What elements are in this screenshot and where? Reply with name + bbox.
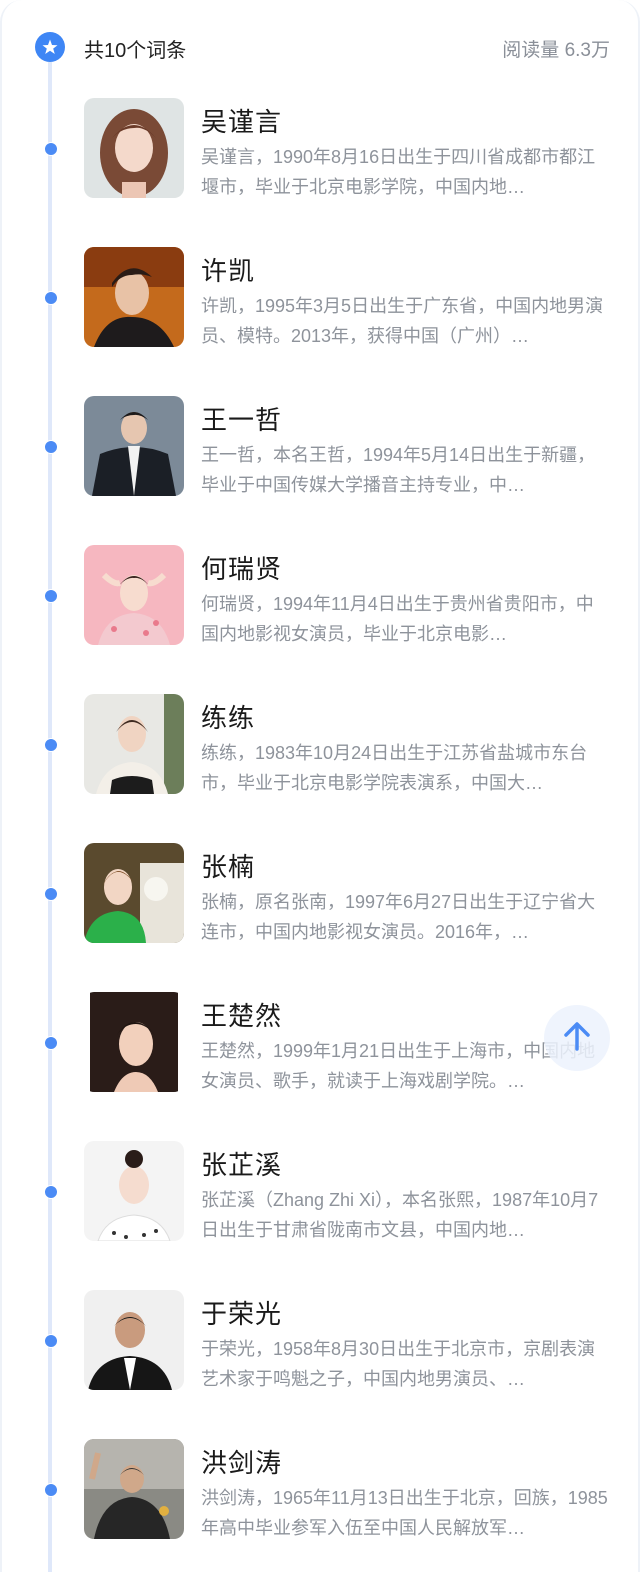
entry-name[interactable]: 洪剑涛 [201,1443,282,1480]
list-item[interactable]: 于荣光 于荣光，1958年8月30日出生于北京市，京剧表演艺术家于鸣魁之子，中国… [0,1290,640,1439]
avatar[interactable] [84,247,184,347]
list-item[interactable]: 王一哲 王一哲，本名王哲，1994年5月14日出生于新疆，毕业于中国传媒大学播音… [0,396,640,545]
timeline-dot [44,1334,58,1348]
list-item[interactable]: 王楚然 王楚然，1999年1月21日出生于上海市，中国内地女演员、歌手，就读于上… [0,992,640,1141]
entry-name[interactable]: 于荣光 [201,1294,282,1331]
timeline-dot [44,1185,58,1199]
timeline-dot [44,1036,58,1050]
entry-description: 练练，1983年10月24日出生于江苏省盐城市东台市，毕业于北京电影学院表演系，… [201,743,588,793]
list-item[interactable]: 吴谨言 吴谨言，1990年8月16日出生于四川省成都市都江堰市，毕业于北京电影学… [0,98,640,247]
avatar[interactable] [84,694,184,794]
entry-name[interactable]: 何瑞贤 [201,549,282,586]
list-item[interactable]: 张楠 张楠，原名张南，1997年6月27日出生于辽宁省大连市，中国内地影视女演员… [0,843,640,992]
entry-name[interactable]: 王楚然 [201,996,282,1033]
entry-name[interactable]: 张芷溪 [201,1145,282,1182]
entry-count-title: 共10个词条 [84,40,187,62]
read-count: 阅读量 6.3万 [502,40,610,61]
avatar[interactable] [84,843,184,943]
timeline-dot [44,142,58,156]
entry-name[interactable]: 吴谨言 [201,102,282,139]
scroll-to-top-button[interactable] [544,1005,610,1071]
list-item[interactable]: 张芷溪 张芷溪（Zhang Zhi Xi），本名张熙，1987年10月7日出生于… [0,1141,640,1290]
avatar[interactable] [84,1141,184,1241]
entry-description: 吴谨言，1990年8月16日出生于四川省成都市都江堰市，毕业于北京电影学院，中国… [201,147,596,197]
entry-description: 洪剑涛，1965年11月13日出生于北京，回族，1985年高中毕业参军入伍至中国… [201,1488,608,1538]
entry-name[interactable]: 练练 [201,698,255,735]
timeline-dot [44,1483,58,1497]
list-item[interactable]: 洪剑涛 洪剑涛，1965年11月13日出生于北京，回族，1985年高中毕业参军入… [0,1439,640,1588]
list-item[interactable]: 何瑞贤 何瑞贤，1994年11月4日出生于贵州省贵阳市，中国内地影视女演员，毕业… [0,545,640,694]
entry-name[interactable]: 王一哲 [201,400,282,437]
entry-description: 张芷溪（Zhang Zhi Xi），本名张熙，1987年10月7日出生于甘肃省陇… [201,1190,599,1240]
avatar[interactable] [84,1439,184,1539]
avatar[interactable] [84,396,184,496]
timeline-dot [44,738,58,752]
arrow-up-icon [560,1019,594,1058]
avatar[interactable] [84,992,184,1092]
avatar[interactable] [84,98,184,198]
timeline-dot [44,589,58,603]
entry-description: 许凯，1995年3月5日出生于广东省，中国内地男演员、模特。2013年，获得中国… [201,296,604,346]
header: 共10个词条 阅读量 6.3万 [0,0,640,92]
list-item[interactable]: 许凯 许凯，1995年3月5日出生于广东省，中国内地男演员、模特。2013年，获… [0,247,640,396]
entry-description: 张楠，原名张南，1997年6月27日出生于辽宁省大连市，中国内地影视女演员。20… [201,892,596,942]
timeline-dot [44,440,58,454]
star-link-icon [35,32,65,62]
avatar[interactable] [84,1290,184,1390]
entry-name[interactable]: 张楠 [201,847,255,884]
entry-description: 何瑞贤，1994年11月4日出生于贵州省贵阳市，中国内地影视女演员，毕业于北京电… [201,594,594,644]
timeline-dot [44,291,58,305]
list-item[interactable]: 练练 练练，1983年10月24日出生于江苏省盐城市东台市，毕业于北京电影学院表… [0,694,640,843]
avatar[interactable] [84,545,184,645]
entry-description: 王一哲，本名王哲，1994年5月14日出生于新疆，毕业于中国传媒大学播音主持专业… [201,445,596,495]
entry-name[interactable]: 许凯 [201,251,255,288]
entry-description: 于荣光，1958年8月30日出生于北京市，京剧表演艺术家于鸣魁之子，中国内地男演… [201,1339,596,1389]
timeline-dot [44,887,58,901]
